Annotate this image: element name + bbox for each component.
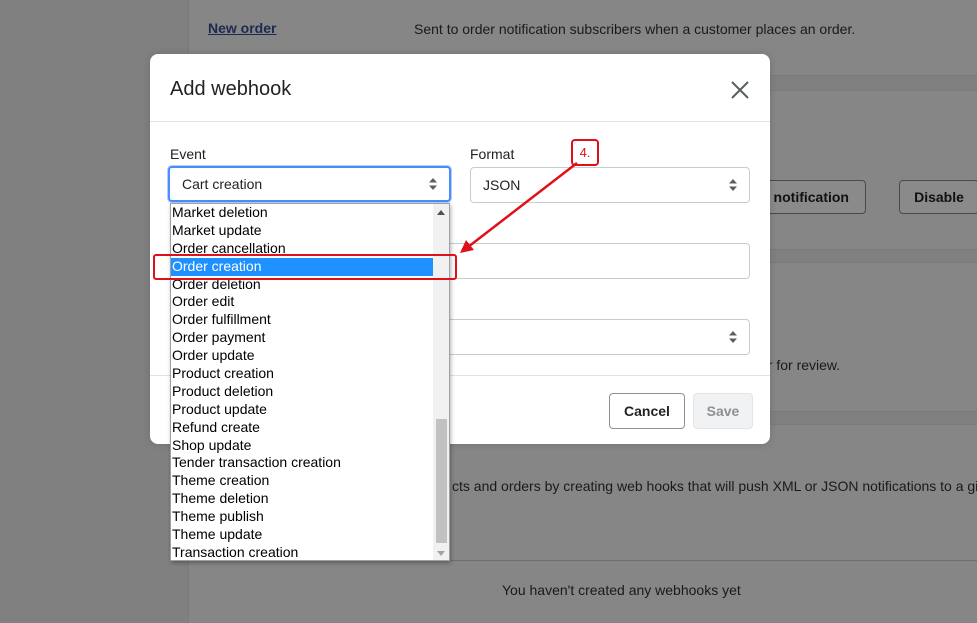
scroll-up-icon[interactable] <box>437 210 445 215</box>
dropdown-option[interactable]: Refund create <box>171 419 434 437</box>
modal-header: Add webhook <box>150 54 770 122</box>
select-arrows-icon <box>729 179 737 191</box>
format-label: Format <box>470 146 515 162</box>
highlight-box <box>153 254 457 280</box>
dropdown-option[interactable]: Theme publish <box>171 508 434 526</box>
new-order-link[interactable]: New order <box>208 20 276 36</box>
close-button[interactable] <box>726 76 754 104</box>
review-text: er for review. <box>760 357 841 373</box>
select-arrows-icon <box>429 178 437 190</box>
dropdown-option[interactable]: Product update <box>171 401 434 419</box>
close-icon <box>731 81 749 99</box>
empty-state-text: You haven't created any webhooks yet <box>502 582 741 598</box>
dropdown-option[interactable]: Market update <box>171 222 434 240</box>
dropdown-option[interactable]: Market deletion <box>171 204 434 222</box>
dropdown-option[interactable]: Transaction creation <box>171 544 434 560</box>
save-button[interactable]: Save <box>693 393 753 429</box>
dropdown-option[interactable]: Theme creation <box>171 472 434 490</box>
event-select-value: Cart creation <box>182 176 263 192</box>
disable-button[interactable]: Disable <box>899 180 977 214</box>
format-select[interactable]: JSON <box>470 167 750 203</box>
cancel-button[interactable]: Cancel <box>609 393 685 429</box>
select-arrows-icon <box>729 331 737 343</box>
new-order-description: Sent to order notification subscribers w… <box>414 21 856 37</box>
dropdown-option[interactable]: Order update <box>171 347 434 365</box>
step-badge: 4. <box>571 139 599 166</box>
dropdown-option[interactable]: Theme update <box>171 526 434 544</box>
modal-title: Add webhook <box>170 78 292 100</box>
dropdown-option[interactable]: Order fulfillment <box>171 311 434 329</box>
dropdown-option[interactable]: Shop update <box>171 437 434 455</box>
event-select[interactable]: Cart creation <box>168 166 451 202</box>
dropdown-option[interactable]: Product deletion <box>171 383 434 401</box>
event-label: Event <box>170 146 206 162</box>
webhooks-description: cts and orders by creating web hooks tha… <box>452 478 977 494</box>
dropdown-option[interactable]: Product creation <box>171 365 434 383</box>
scrollbar-thumb[interactable] <box>436 419 447 543</box>
dropdown-option[interactable]: Theme deletion <box>171 490 434 508</box>
scroll-down-icon[interactable] <box>437 551 445 556</box>
dropdown-option[interactable]: Order payment <box>171 329 434 347</box>
dropdown-option[interactable]: Tender transaction creation <box>171 454 434 472</box>
dropdown-option[interactable]: Order edit <box>171 293 434 311</box>
format-select-value: JSON <box>483 177 521 193</box>
